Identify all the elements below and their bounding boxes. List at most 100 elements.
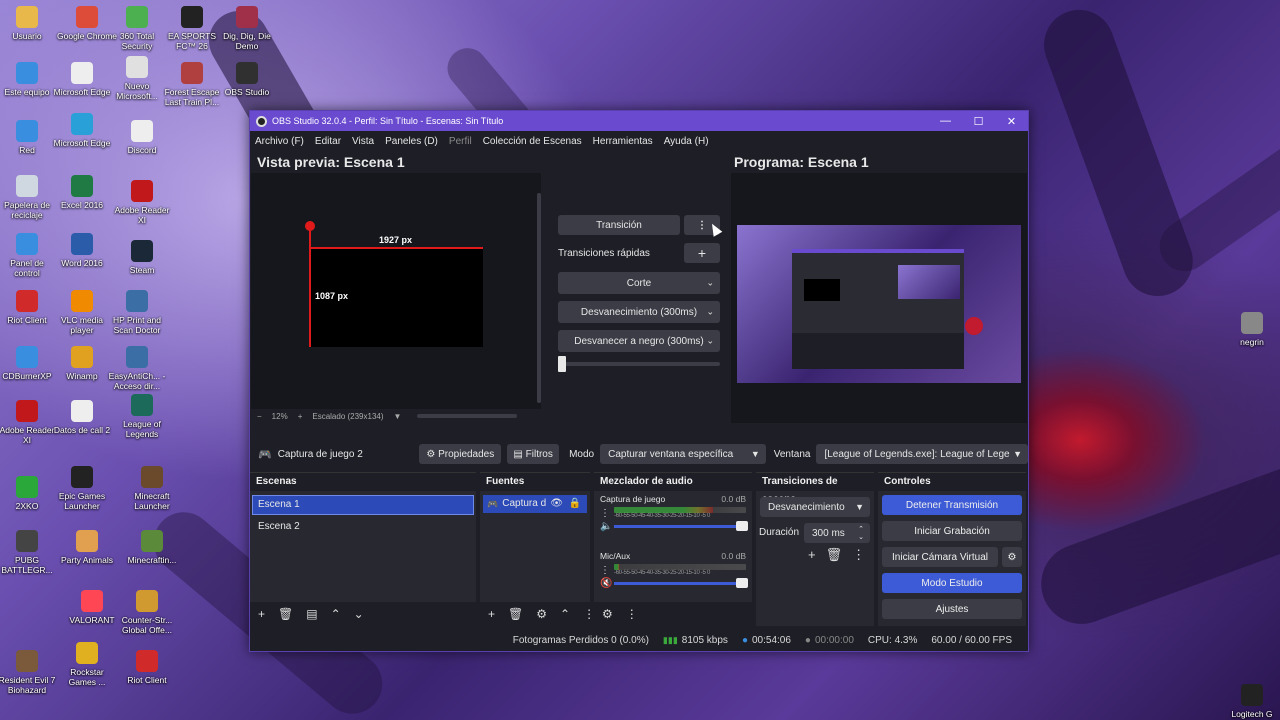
tbar-track[interactable] — [558, 362, 720, 366]
add-quick-transition-icon[interactable]: + — [684, 243, 720, 263]
menu-view[interactable]: Vista — [352, 136, 374, 147]
desktop-icon[interactable]: Datos de call 2 — [52, 400, 112, 435]
mode-select[interactable]: Capturar ventana específica ▼ — [600, 444, 766, 464]
settings-button[interactable]: Ajustes — [882, 599, 1022, 619]
desktop-icon[interactable]: Panel de control — [0, 233, 57, 278]
desktop-icon[interactable]: Epic Games Launcher — [52, 466, 112, 511]
desktop-icon[interactable]: Este equipo — [0, 62, 57, 97]
desktop-icon[interactable]: Discord — [112, 120, 172, 155]
desktop-icon[interactable]: Usuario — [0, 6, 57, 41]
desktop-icon[interactable]: HP Print and Scan Doctor — [107, 290, 167, 335]
gear-icon[interactable]: ⚙ — [536, 607, 547, 621]
lock-icon[interactable]: 🔒 — [569, 495, 581, 513]
desktop-icon[interactable]: Dig, Dig, Die Demo — [217, 6, 277, 51]
desktop-icon[interactable]: EasyAntiCh... - Acceso dir... — [107, 346, 167, 391]
add-icon[interactable]: + — [258, 607, 265, 621]
chevron-up-icon[interactable]: ⌃ — [560, 607, 570, 621]
volume-slider[interactable] — [614, 521, 748, 531]
desktop-icon[interactable]: Counter-Str... Global Offe... — [117, 590, 177, 635]
close-icon[interactable]: ✕ — [995, 115, 1028, 128]
preview-canvas[interactable]: 1927 px 1087 px − 12% + Escalado (239x13… — [251, 173, 541, 423]
add-icon[interactable]: + — [488, 607, 495, 621]
duration-input[interactable]: 300 ms ⌃ ⌄ — [804, 523, 870, 543]
volume-slider-handle[interactable] — [736, 578, 748, 588]
desktop-icon[interactable]: Microsoft Edge — [52, 62, 112, 97]
maximize-icon[interactable]: ☐ — [962, 115, 995, 128]
desktop-icon[interactable]: Logitech G HUB — [1222, 684, 1280, 720]
menu-file[interactable]: Archivo (F) — [255, 136, 304, 147]
desktop-icon[interactable]: Red — [0, 120, 57, 155]
desktop-icon[interactable]: OBS Studio — [217, 62, 277, 97]
stepper-icon[interactable]: ⌃ ⌄ — [858, 525, 864, 541]
gear-icon[interactable]: ⚙ — [1002, 547, 1022, 567]
trash-icon[interactable]: 🗑 — [508, 607, 523, 621]
menu-edit[interactable]: Editar — [315, 136, 341, 147]
speaker-icon[interactable]: 🔈 — [600, 521, 614, 532]
properties-button[interactable]: ⚙ Propiedades — [419, 444, 502, 464]
more-icon[interactable]: ⋮ — [852, 547, 865, 563]
chevron-up-icon[interactable]: ⌃ — [331, 607, 341, 621]
desktop-icon[interactable]: Winamp — [52, 346, 112, 381]
chevron-down-icon[interactable]: ⌄ — [354, 607, 364, 621]
quick-transition-cut[interactable]: Corte ⌄ — [558, 272, 720, 294]
start-virtual-camera-button[interactable]: Iniciar Cámara Virtual — [882, 547, 998, 567]
desktop-icon[interactable]: Adobe Reader XI — [112, 180, 172, 225]
eye-icon[interactable]: 👁 — [550, 495, 563, 513]
add-icon[interactable]: + — [808, 547, 816, 563]
menu-tools[interactable]: Herramientas — [593, 136, 653, 147]
desktop-icon[interactable]: Adobe Reader XI — [0, 400, 57, 445]
quick-transition-fade[interactable]: Desvanecimiento (300ms) ⌄ — [558, 301, 720, 323]
resize-handle[interactable] — [305, 221, 315, 231]
volume-slider[interactable] — [614, 578, 748, 588]
desktop-icon[interactable]: Excel 2016 — [52, 175, 112, 210]
menu-docks[interactable]: Paneles (D) — [385, 136, 438, 147]
settings-icon[interactable]: ⚙ — [602, 607, 613, 621]
desktop-icon[interactable]: Resident Evil 7 Biohazard — [0, 650, 57, 695]
desktop-icon[interactable]: Forest Escape Last Train Pl... — [162, 62, 222, 107]
trash-icon[interactable]: 🗑 — [278, 607, 293, 621]
desktop-icon[interactable]: Nuevo Microsoft... — [107, 56, 167, 101]
scale-dropdown-icon[interactable]: ▼ — [394, 412, 402, 421]
menu-scene-collection[interactable]: Colección de Escenas — [483, 136, 582, 147]
trash-icon[interactable]: 🗑 — [826, 547, 843, 563]
desktop-icon[interactable]: VLC media player — [52, 290, 112, 335]
desktop-icon[interactable]: Word 2016 — [52, 233, 112, 268]
desktop-icon[interactable]: EA SPORTS FC™ 26 — [162, 6, 222, 51]
desktop-icon[interactable]: negrin — [1222, 312, 1280, 347]
volume-slider-handle[interactable] — [736, 521, 748, 531]
stop-streaming-button[interactable]: Detener Transmisión — [882, 495, 1022, 515]
desktop-icon[interactable]: 360 Total Security — [107, 6, 167, 51]
desktop-icon[interactable]: Rockstar Games ... — [57, 642, 117, 687]
menu-help[interactable]: Ayuda (H) — [664, 136, 709, 147]
filters-button[interactable]: ▤ Filtros — [507, 444, 560, 464]
minimize-icon[interactable]: — — [929, 115, 962, 128]
transition-select[interactable]: Desvanecimiento ▼ — [760, 497, 870, 517]
filter-icon[interactable]: ▤ — [306, 607, 317, 621]
start-recording-button[interactable]: Iniciar Grabación — [882, 521, 1022, 541]
desktop-icon[interactable]: Microsoft Edge — [52, 113, 112, 148]
more-icon[interactable]: ⋮ — [600, 565, 614, 576]
preview-vscroll[interactable] — [537, 193, 541, 403]
mic-muted-icon[interactable]: 🔇 — [600, 578, 614, 589]
desktop-icon[interactable]: League of Legends — [112, 394, 172, 439]
source-item[interactable]: 🎮 Captura d 👁 🔒 — [483, 495, 587, 513]
desktop-icon[interactable]: 2XKO — [0, 476, 57, 511]
zoom-out-icon[interactable]: − — [257, 412, 262, 421]
transition-button[interactable]: Transición — [558, 215, 680, 235]
desktop-icon[interactable]: Papelera de reciclaje — [0, 175, 57, 220]
desktop-icon[interactable]: Minecraft Launcher — [122, 466, 182, 511]
desktop-icon[interactable]: VALORANT — [62, 590, 122, 625]
tbar-handle[interactable] — [558, 356, 566, 372]
desktop-icon[interactable]: Steam — [112, 240, 172, 275]
more-icon[interactable]: ⋮ — [626, 607, 638, 621]
more-icon[interactable]: ⋮ — [600, 508, 614, 519]
scene-item[interactable]: Escena 1 — [252, 495, 474, 515]
zoom-in-icon[interactable]: + — [298, 412, 303, 421]
desktop-icon[interactable]: PUBG BATTLEGR... — [0, 530, 57, 575]
quick-transition-fade-black[interactable]: Desvanecer a negro (300ms) ⌄ — [558, 330, 720, 352]
menu-profile[interactable]: Perfil — [449, 136, 472, 147]
desktop-icon[interactable]: Riot Client — [117, 650, 177, 685]
scene-item[interactable]: Escena 2 — [252, 517, 474, 537]
desktop-icon[interactable]: Riot Client — [0, 290, 57, 325]
studio-mode-button[interactable]: Modo Estudio — [882, 573, 1022, 593]
